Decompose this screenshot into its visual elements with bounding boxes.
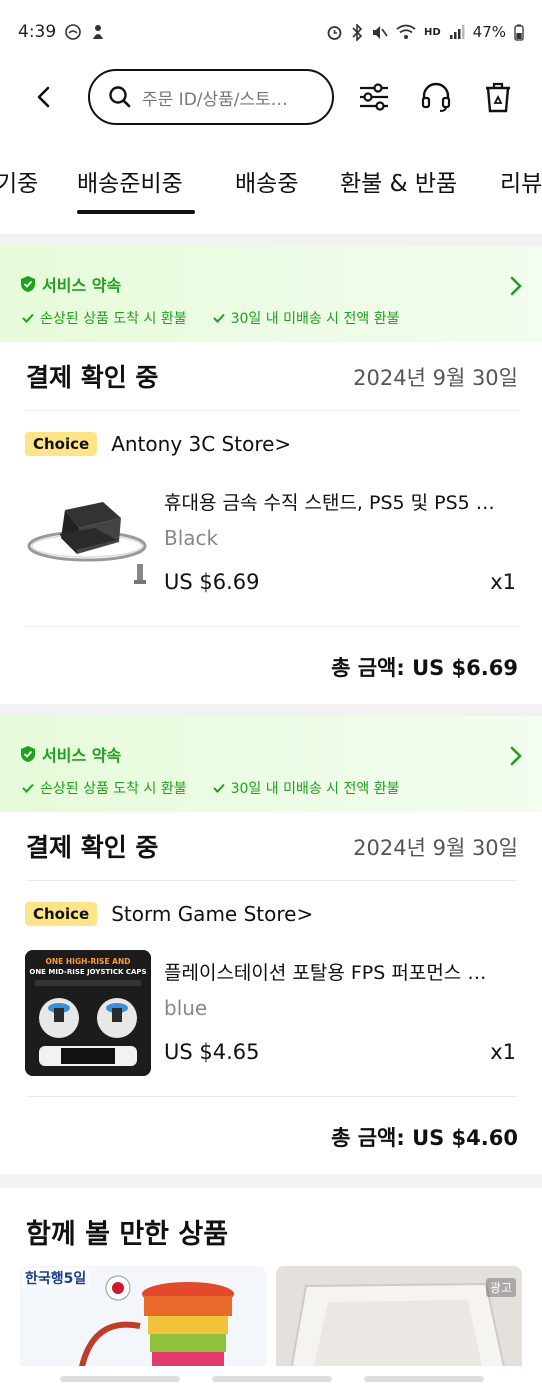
battery-percent: 47% xyxy=(472,23,506,41)
promise-item-text: 손상된 상품 도착 시 환불 xyxy=(40,781,187,797)
promise-item: 손상된 상품 도착 시 환불 xyxy=(22,308,187,328)
search-icon xyxy=(109,86,131,108)
tab-refund-return[interactable]: 환불 & 반품 xyxy=(340,164,457,198)
customer-service-button[interactable] xyxy=(414,75,458,119)
store-name[interactable]: Antony 3C Store> xyxy=(111,432,291,456)
check-icon xyxy=(212,313,225,323)
alarm-icon xyxy=(327,25,342,40)
promise-items: 손상된 상품 도착 시 환불 30일 내 미배송 시 전액 환불 xyxy=(22,308,399,328)
store-name[interactable]: Storm Game Store> xyxy=(111,902,313,926)
product-price: US $4.65 xyxy=(164,1040,260,1064)
hd-voice-label: HD xyxy=(423,26,441,38)
tab-preparing[interactable]: 배송준비중 xyxy=(77,164,183,198)
service-promise-banner[interactable]: 서비스 약속 손상된 상품 도착 시 환불 30일 내 미배송 시 전액 환불 xyxy=(0,246,542,342)
promise-item-text: 30일 내 미배송 시 전액 환불 xyxy=(230,311,400,327)
promise-item: 30일 내 미배송 시 전액 환불 xyxy=(212,308,400,328)
order-total: 총 금액: US $6.69 xyxy=(331,656,518,680)
product-variant: Black xyxy=(164,526,219,550)
order-status: 결제 확인 중 xyxy=(26,833,159,862)
signal-icon xyxy=(449,25,465,39)
promise-item: 30일 내 미배송 시 전액 환불 xyxy=(212,778,400,798)
store-row[interactable]: Choice Storm Game Store> xyxy=(25,902,313,926)
search-placeholder: 주문 ID/상품/스토… xyxy=(142,89,288,110)
battery-icon xyxy=(514,24,524,41)
product-image[interactable] xyxy=(25,484,151,610)
recommended-title: 함께 볼 만한 상품 xyxy=(26,1219,229,1250)
nav-segment xyxy=(60,1376,180,1382)
joystick-caps-product-illustration: ONE HIGH-RISE AND ONE MID-RISE JOYSTICK … xyxy=(25,950,151,1076)
filter-button[interactable] xyxy=(352,75,396,119)
chevron-left-icon xyxy=(37,86,50,108)
active-tab-indicator xyxy=(77,210,195,214)
headset-icon xyxy=(421,82,451,112)
product-quantity: x1 xyxy=(490,1040,516,1064)
chevron-right-icon xyxy=(510,276,522,296)
order-tabs: 기중 배송준비중 배송중 환불 & 반품 리뷰 xyxy=(0,130,542,234)
tab-shipping[interactable]: 배송중 xyxy=(235,164,298,198)
status-left: 4:39 xyxy=(18,22,106,42)
ad-label: 광고 xyxy=(485,1278,516,1297)
divider xyxy=(26,626,518,627)
product-variant: blue xyxy=(164,996,208,1020)
stand-product-illustration xyxy=(25,484,151,610)
status-right: HD 47% xyxy=(326,23,524,41)
mute-icon xyxy=(372,25,388,39)
shield-check-icon xyxy=(21,276,35,292)
order-card[interactable]: 서비스 약속 손상된 상품 도착 시 환불 30일 내 미배송 시 전액 환불 … xyxy=(0,246,542,704)
notification-icon xyxy=(65,24,81,40)
divider xyxy=(26,880,518,881)
divider xyxy=(26,1096,518,1097)
system-nav-bar xyxy=(0,1366,542,1390)
order-card[interactable]: 서비스 약속 손상된 상품 도착 시 환불 30일 내 미배송 시 전액 환불 … xyxy=(0,716,542,1174)
store-row[interactable]: Choice Antony 3C Store> xyxy=(25,432,291,456)
choice-badge: Choice xyxy=(25,902,98,926)
recommended-product-card[interactable]: 광고 xyxy=(276,1266,522,1376)
search-input[interactable]: 주문 ID/상품/스토… xyxy=(88,69,334,125)
promise-title-text: 서비스 약속 xyxy=(42,276,122,295)
app-notification-icon xyxy=(93,25,104,39)
order-date: 2024년 9월 30일 xyxy=(353,366,518,390)
recycle-bin-icon xyxy=(486,82,510,113)
promise-items: 손상된 상품 도착 시 환불 30일 내 미배송 시 전액 환불 xyxy=(22,778,399,798)
check-icon xyxy=(22,783,34,793)
check-icon xyxy=(212,783,225,793)
product-title[interactable]: 휴대용 금속 수직 스탠드, PS5 및 PS5 … xyxy=(164,488,516,515)
recycle-bin-button[interactable] xyxy=(476,75,520,119)
product-title[interactable]: 플레이스테이션 포탈용 FPS 퍼포먼스 … xyxy=(164,958,516,985)
product-quantity: x1 xyxy=(490,570,516,594)
chevron-right-icon xyxy=(510,746,522,766)
back-button[interactable] xyxy=(22,75,66,119)
promo-banner: 한국행5일 xyxy=(22,1268,90,1288)
choice-badge: Choice xyxy=(25,432,98,456)
check-icon xyxy=(22,313,34,323)
promise-item-text: 손상된 상품 도착 시 환불 xyxy=(40,311,187,327)
order-status: 결제 확인 중 xyxy=(26,363,159,392)
header: 주문 ID/상품/스토… xyxy=(0,64,542,130)
status-time: 4:39 xyxy=(18,22,57,42)
status-bar: 4:39 HD 47% xyxy=(0,0,542,64)
image-caption-line2: ONE MID-RISE JOYSTICK CAPS xyxy=(29,968,146,976)
nav-segment xyxy=(212,1376,332,1382)
promise-item: 손상된 상품 도착 시 환불 xyxy=(22,778,187,798)
order-date: 2024년 9월 30일 xyxy=(353,836,518,860)
promise-item-text: 30일 내 미배송 시 전액 환불 xyxy=(230,781,400,797)
sliders-icon xyxy=(360,83,388,111)
bluetooth-icon xyxy=(352,23,363,41)
tab-awaiting[interactable]: 기중 xyxy=(0,164,38,198)
tab-review[interactable]: 리뷰 xyxy=(500,164,542,198)
promise-title: 서비스 약속 xyxy=(20,272,121,296)
recommended-product-card[interactable]: 한국행5일 xyxy=(20,1266,266,1376)
promise-title-text: 서비스 약속 xyxy=(42,746,122,765)
wifi-icon xyxy=(396,24,416,39)
service-promise-banner[interactable]: 서비스 약속 손상된 상품 도착 시 환불 30일 내 미배송 시 전액 환불 xyxy=(0,716,542,812)
recommended-section: 함께 볼 만한 상품 한국행5일 광고 xyxy=(0,1188,542,1390)
product-image[interactable]: ONE HIGH-RISE AND ONE MID-RISE JOYSTICK … xyxy=(25,950,151,1076)
shield-check-icon xyxy=(21,746,35,762)
image-caption-line1: ONE HIGH-RISE AND xyxy=(45,957,130,966)
product-price: US $6.69 xyxy=(164,570,260,594)
promise-title: 서비스 약속 xyxy=(20,742,121,766)
nav-segment xyxy=(364,1376,484,1382)
divider xyxy=(26,410,518,411)
order-total: 총 금액: US $4.60 xyxy=(331,1126,518,1150)
